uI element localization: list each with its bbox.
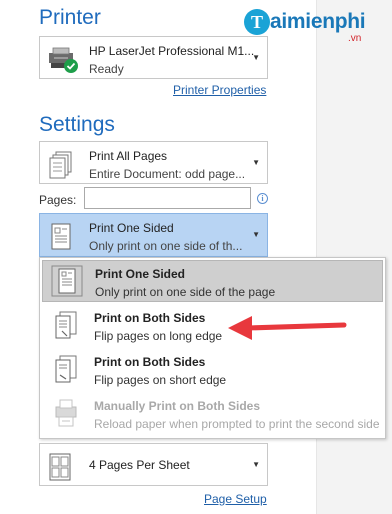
- print-sides-select[interactable]: Print One Sided Only print on one side o…: [39, 213, 268, 257]
- pages-per-sheet-icon: [46, 452, 76, 487]
- printer-heading: Printer: [39, 6, 101, 29]
- option-print-both-sides-short-edge[interactable]: Print on Both Sides Flip pages on short …: [42, 349, 383, 391]
- info-icon[interactable]: i: [257, 193, 268, 204]
- option-manually-print-both-sides: Manually Print on Both Sides Reload pape…: [42, 393, 383, 435]
- print-range-select[interactable]: Print All Pages Entire Document: odd pag…: [39, 141, 268, 184]
- option-title: Print on Both Sides: [94, 311, 206, 325]
- logo-mark-icon: T: [244, 9, 270, 35]
- print-sides-dropdown: Print One Sided Only print on one side o…: [39, 257, 386, 439]
- manual-duplex-icon: [50, 397, 82, 434]
- option-title: Print One Sided: [95, 267, 186, 281]
- pages-label: Pages:: [39, 193, 77, 207]
- option-subtitle: Flip pages on long edge: [94, 329, 223, 343]
- duplex-short-edge-icon: [50, 353, 82, 390]
- chevron-down-icon: ▼: [252, 158, 260, 167]
- print-sides-title: Print One Sided: [89, 221, 174, 235]
- pages-per-sheet-title: 4 Pages Per Sheet: [89, 458, 190, 472]
- chevron-down-icon: ▼: [252, 53, 260, 62]
- one-sided-page-icon: [46, 222, 76, 257]
- option-title: Print on Both Sides: [94, 355, 206, 369]
- printer-properties-link[interactable]: Printer Properties: [173, 83, 266, 97]
- chevron-down-icon: ▼: [252, 230, 260, 239]
- page-setup-link[interactable]: Page Setup: [204, 492, 267, 506]
- print-range-title: Print All Pages: [89, 149, 168, 163]
- print-range-subtitle: Entire Document: odd page...: [89, 167, 246, 181]
- pages-per-sheet-select[interactable]: 4 Pages Per Sheet ▼: [39, 443, 268, 486]
- option-print-one-sided[interactable]: Print One Sided Only print on one side o…: [42, 260, 383, 302]
- one-sided-page-icon: [51, 265, 83, 302]
- print-sides-subtitle: Only print on one side of th...: [89, 239, 243, 253]
- pages-stack-icon: [46, 150, 76, 185]
- option-subtitle: Flip pages on short edge: [94, 373, 227, 387]
- logo-name: aimienphi: [270, 10, 366, 33]
- printer-name: HP LaserJet Professional M1...: [89, 44, 255, 58]
- printer-icon: [46, 45, 82, 80]
- annotation-arrow-icon: [228, 316, 347, 340]
- duplex-long-edge-icon: [50, 309, 82, 346]
- option-subtitle: Reload paper when prompted to print the …: [94, 417, 380, 431]
- printer-status: Ready: [89, 62, 124, 76]
- pages-input[interactable]: [84, 187, 251, 209]
- printer-select[interactable]: HP LaserJet Professional M1... Ready ▼: [39, 36, 268, 79]
- option-subtitle: Only print on one side of the page: [95, 285, 276, 299]
- settings-heading: Settings: [39, 113, 115, 136]
- option-title: Manually Print on Both Sides: [94, 399, 261, 413]
- chevron-down-icon: ▼: [252, 460, 260, 469]
- logo-tld: .vn: [348, 33, 362, 44]
